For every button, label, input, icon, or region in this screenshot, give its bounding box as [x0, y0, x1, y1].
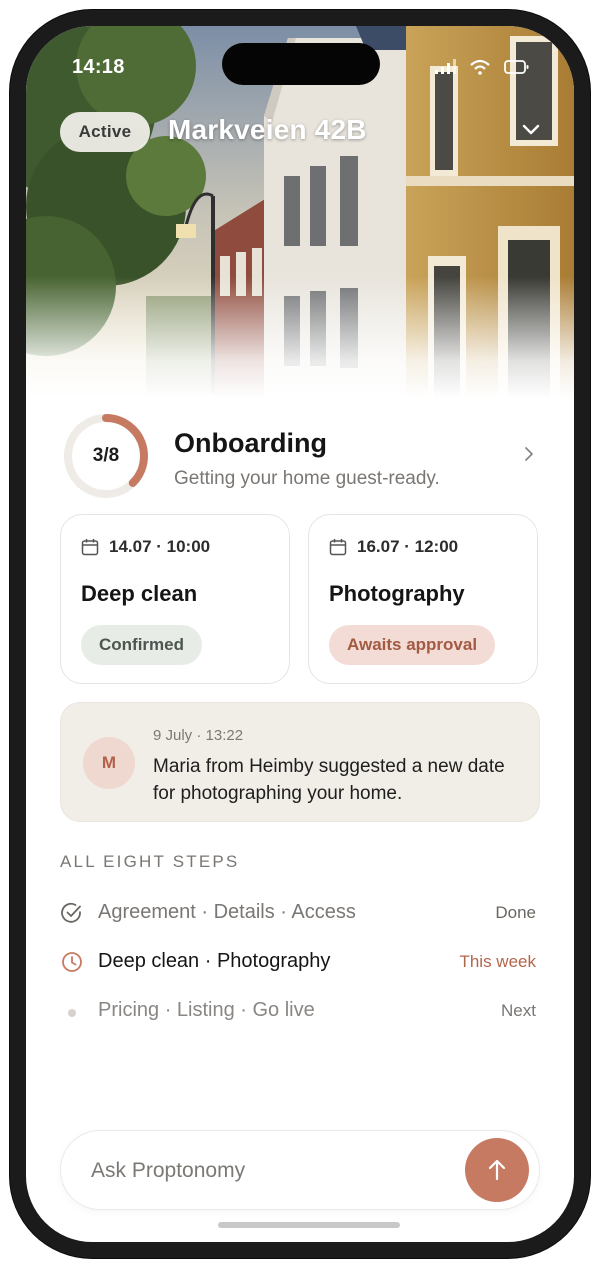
clock-icon	[62, 952, 82, 972]
dynamic-island	[222, 43, 380, 85]
card-title: Photography	[329, 581, 465, 606]
step-row-current[interactable]: Deep clean · Photography This week	[60, 947, 540, 977]
message-text: Maria from Heimby suggested a new date f…	[153, 756, 505, 804]
home-indicator	[218, 1222, 400, 1228]
status-icons	[434, 59, 530, 75]
property-address[interactable]: Markveien 42B	[168, 114, 367, 146]
send-button[interactable]	[465, 1138, 529, 1202]
arrow-up-icon	[488, 1159, 506, 1181]
step-label: Deep clean · Photography	[98, 950, 331, 972]
step-row-next[interactable]: Pricing · Listing · Go live Next	[60, 996, 540, 1026]
onboarding-subtitle: Getting your home guest-ready.	[174, 468, 440, 489]
hero-fade	[26, 276, 574, 398]
ask-input[interactable]	[89, 1151, 433, 1191]
appointment-card-deep-clean[interactable]: 14.07 · 10:00 Deep clean Confirmed	[60, 514, 290, 684]
status-time: 14:18	[72, 56, 125, 78]
chevron-down-icon[interactable]	[522, 124, 540, 136]
message-card[interactable]: M 9 July · 13:22 Maria from Heimby sugge…	[60, 702, 540, 822]
status-badge-confirmed: Confirmed	[81, 625, 202, 665]
card-date: 14.07 · 10:00	[81, 537, 210, 557]
steps-heading: ALL EIGHT STEPS	[60, 852, 240, 871]
message-timestamp: 9 July · 13:22	[153, 727, 244, 744]
onboarding-title: Onboarding	[174, 428, 327, 458]
card-date-text: 14.07 · 10:00	[109, 537, 211, 556]
active-status-pill[interactable]: Active	[60, 112, 150, 152]
progress-label: 3/8	[92, 445, 120, 466]
step-row-done[interactable]: Agreement · Details · Access Done	[60, 898, 540, 928]
step-status: Done	[495, 903, 536, 922]
ask-bar	[60, 1130, 540, 1210]
dot-icon	[68, 1009, 76, 1017]
step-label: Agreement · Details · Access	[98, 901, 356, 923]
onboarding-row[interactable]: 3/8 Onboarding Getting your home guest-r…	[26, 406, 574, 502]
signal-icon	[435, 59, 456, 74]
phone-frame: Active Markveien 42B 14:18 3/8 Onboardin…	[10, 10, 590, 1258]
card-date-text: 16.07 · 12:00	[357, 537, 459, 556]
calendar-icon	[81, 539, 99, 556]
status-badge-awaiting[interactable]: Awaits approval	[329, 625, 496, 665]
avatar: M	[83, 737, 135, 789]
wifi-icon	[470, 59, 490, 75]
app-screen: Active Markveien 42B 14:18 3/8 Onboardin…	[26, 26, 574, 1242]
battery-icon	[504, 60, 529, 74]
step-status: Next	[501, 1001, 536, 1020]
calendar-icon	[329, 539, 347, 556]
appointment-card-photography[interactable]: 16.07 · 12:00 Photography Awaits approva…	[308, 514, 538, 684]
step-status: This week	[459, 952, 536, 971]
step-label: Pricing · Listing · Go live	[98, 999, 315, 1021]
card-date: 16.07 · 12:00	[329, 537, 458, 557]
check-circle-icon	[61, 902, 81, 923]
card-title: Deep clean	[81, 581, 198, 606]
chevron-right-icon[interactable]	[524, 446, 534, 467]
